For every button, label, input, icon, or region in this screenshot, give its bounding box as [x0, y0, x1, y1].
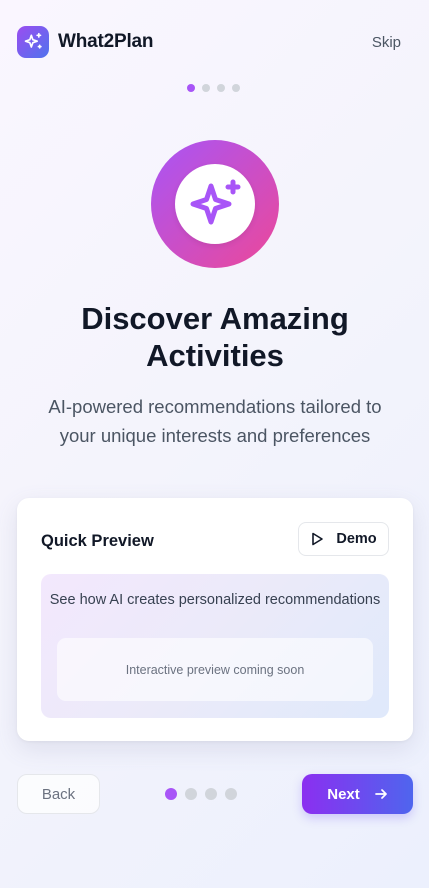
step-dot-active[interactable] [165, 788, 177, 800]
demo-button[interactable]: Demo [298, 522, 389, 556]
step-dot-active [187, 84, 195, 92]
hero-icon-badge [151, 140, 279, 268]
step-dot[interactable] [185, 788, 197, 800]
step-dot [217, 84, 225, 92]
preview-area: See how AI creates personalized recommen… [41, 574, 389, 718]
skip-button[interactable]: Skip [372, 33, 401, 53]
hero-icon-inner [175, 164, 255, 244]
onboarding-subtitle: AI-powered recommendations tailored to y… [48, 396, 382, 446]
next-label: Next [327, 785, 360, 803]
step-dot [202, 84, 210, 92]
step-dot[interactable] [205, 788, 217, 800]
card-title: Quick Preview [41, 532, 154, 550]
app-title: What2Plan [58, 31, 154, 52]
step-dot [232, 84, 240, 92]
back-button[interactable]: Back [17, 774, 100, 814]
preview-description: See how AI creates personalized recommen… [49, 592, 381, 608]
sparkles-icon [190, 179, 241, 225]
onboarding-title: Discover Amazing Activities [81, 301, 349, 373]
app-logo [17, 26, 49, 58]
next-button[interactable]: Next [302, 774, 413, 814]
app-header: What2Plan Skip [0, 0, 429, 92]
step-indicator-bottom [165, 788, 237, 800]
arrow-right-icon [374, 789, 387, 799]
sparkles-icon [24, 32, 42, 49]
quick-preview-card: Quick Preview Demo See how AI creates pe… [17, 498, 413, 741]
preview-placeholder-text: Interactive preview coming soon [125, 662, 305, 677]
step-indicator-top [187, 84, 240, 92]
preview-placeholder: Interactive preview coming soon [57, 638, 373, 701]
step-dot[interactable] [225, 788, 237, 800]
play-icon [312, 532, 324, 546]
demo-label: Demo [336, 531, 377, 547]
